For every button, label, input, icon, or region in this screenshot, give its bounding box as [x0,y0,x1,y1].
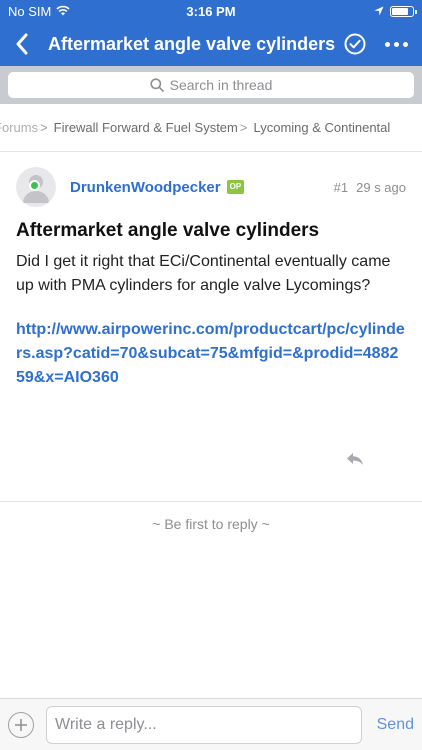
carrier-label: No SIM [8,3,52,19]
header: No SIM 3:16 PM Aftermarket angle valve c… [0,0,422,66]
post-meta: #1 29 s ago [334,180,406,195]
post-time: 29 s ago [356,179,406,195]
battery-icon [390,5,417,17]
op-badge: OP [226,180,245,194]
wifi-icon [56,4,70,19]
mark-read-button[interactable] [340,22,370,66]
breadcrumb-item-lycoming[interactable]: Lycoming & Continental [253,120,390,135]
check-circle-icon [344,33,366,55]
reply-composer: Send [0,698,422,750]
reply-input[interactable] [46,705,362,744]
post-title: Aftermarket angle valve cylinders [16,220,320,241]
breadcrumb-item-forums[interactable]: Forums [0,120,38,135]
location-icon [374,4,384,19]
post-number: #1 [333,179,349,195]
empty-state: ~ Be first to reply ~ [152,516,270,532]
plus-icon [15,718,27,731]
search-input[interactable]: Search in thread [8,72,414,98]
more-options-button[interactable] [370,22,422,66]
post-link[interactable]: http://www.airpowerinc.com/productcart/p… [16,318,406,390]
reply-button[interactable] [346,452,364,471]
breadcrumb-separator: > [40,120,48,135]
search-placeholder: Search in thread [169,77,273,93]
status-bar: No SIM 3:16 PM [0,0,422,22]
search-bar: Search in thread [0,66,422,104]
back-button[interactable] [0,22,44,66]
post-body: Did I get it right that ECi/Continental … [16,253,391,294]
breadcrumb-separator: > [239,120,248,135]
online-status-dot [29,180,40,191]
search-icon [150,78,164,92]
add-attachment-button[interactable] [8,711,34,738]
nav-bar: Aftermarket angle valve cylinders [0,22,422,66]
more-dots-icon [384,41,390,47]
breadcrumb-item-firewall[interactable]: Firewall Forward & Fuel System [54,120,238,135]
author-name[interactable]: DrunkenWoodpecker [70,179,221,196]
breadcrumb: Forums > Firewall Forward & Fuel System … [0,104,422,152]
send-button[interactable]: Send [362,716,414,734]
post: DrunkenWoodpecker OP #1 29 s ago Afterma… [0,152,422,502]
back-chevron-icon [16,33,28,55]
post-header: DrunkenWoodpecker OP #1 29 s ago [16,166,406,208]
reply-arrow-icon [347,453,363,465]
page-title: Aftermarket angle valve cylinders [48,33,336,54]
